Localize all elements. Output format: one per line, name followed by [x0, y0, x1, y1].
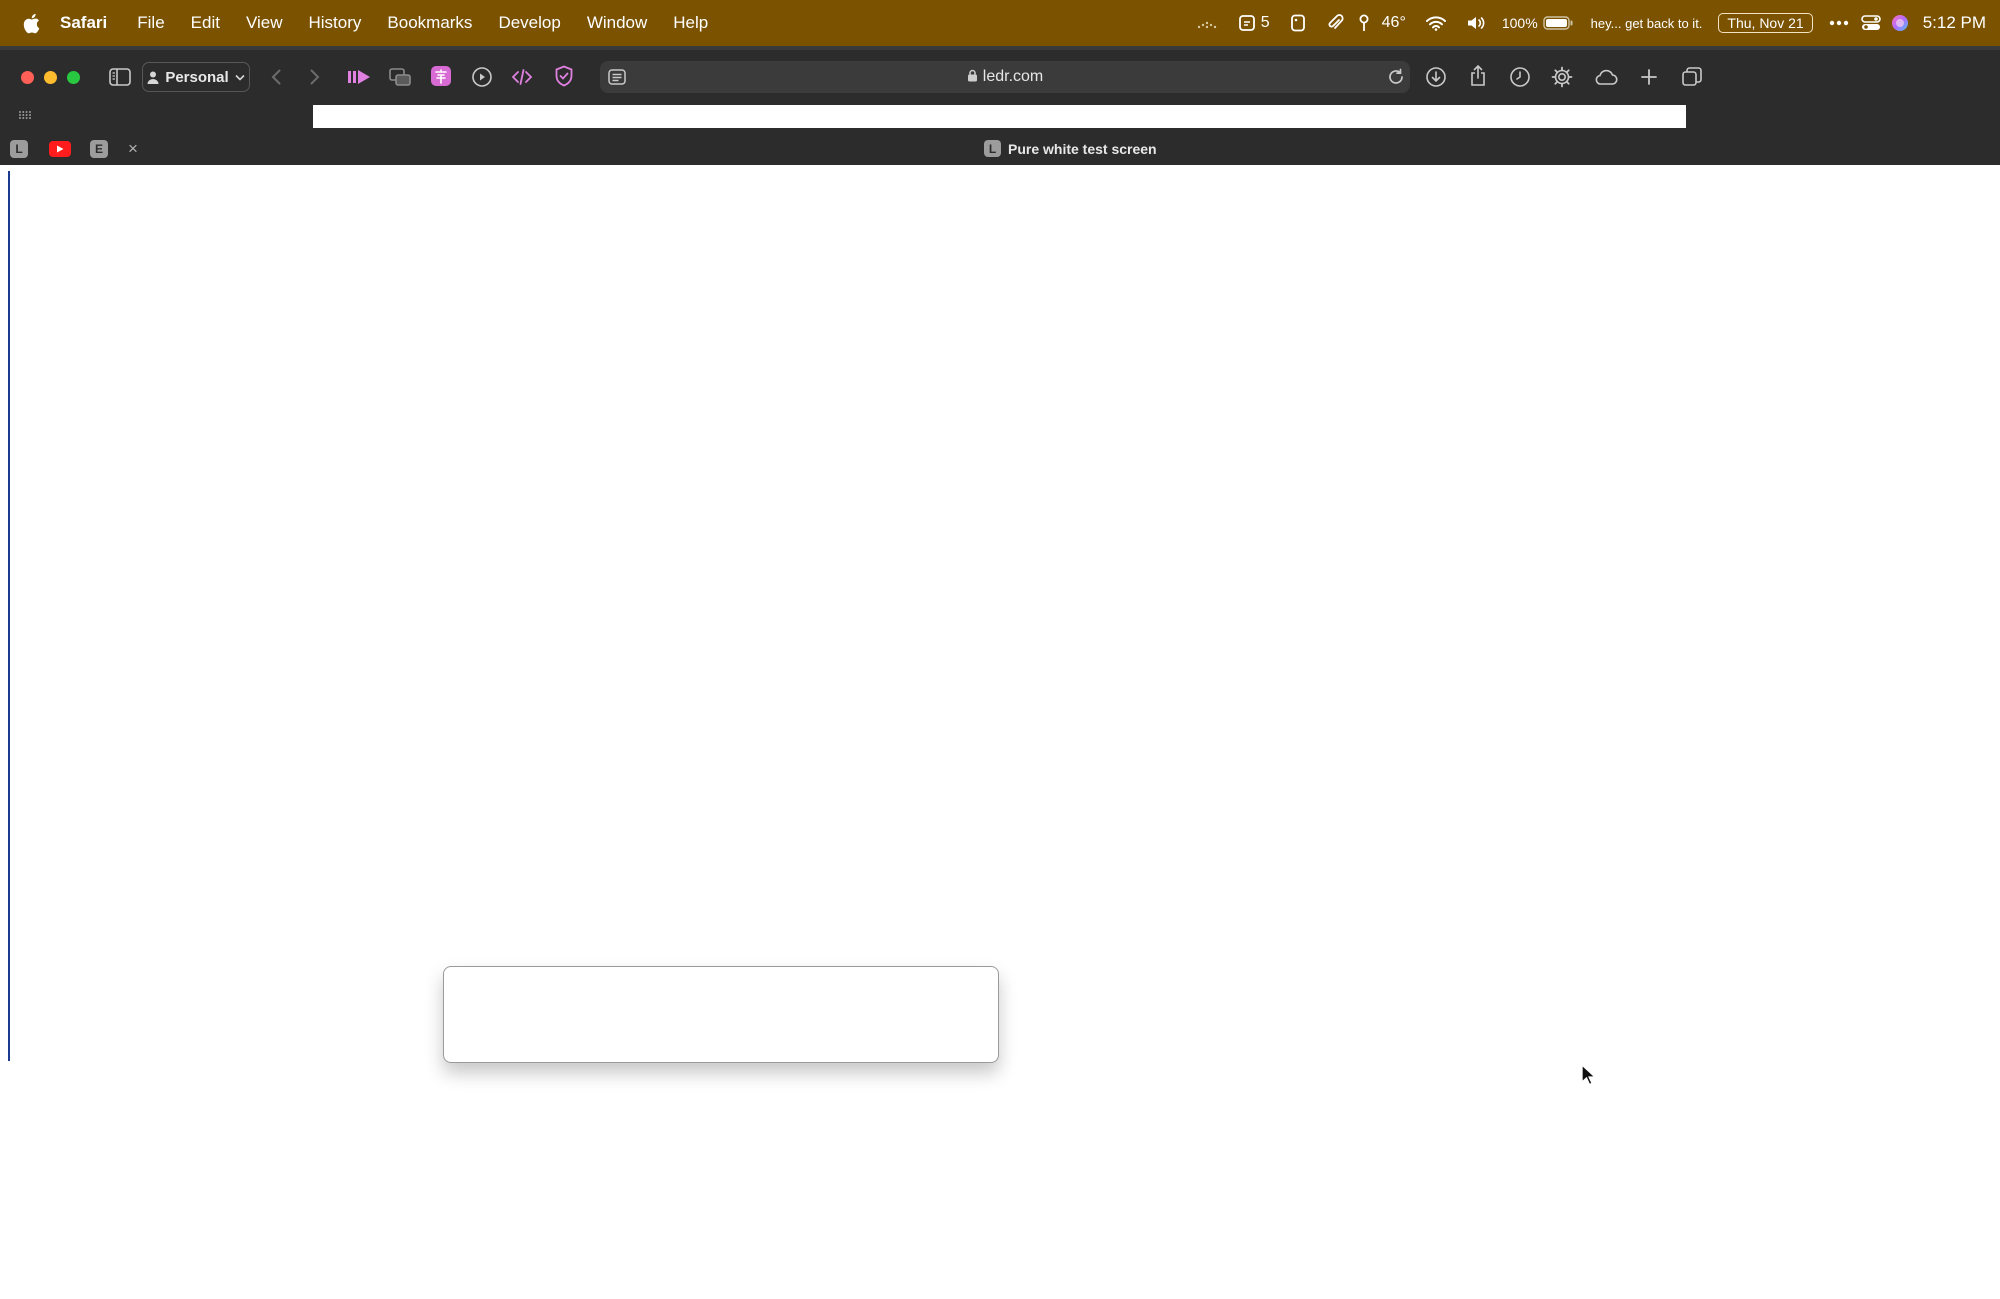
more-dots-icon[interactable] [1829, 20, 1849, 26]
code-icon[interactable] [510, 65, 534, 89]
chevron-down-icon [235, 74, 245, 81]
left-edge-line [8, 171, 10, 1061]
tab-ledr-letter: L [15, 142, 23, 156]
url-text: ledr.com [982, 68, 1044, 85]
battery-percent: 100% [1501, 15, 1538, 31]
active-tab[interactable]: L Pure white test screen [984, 140, 1157, 157]
date-pill[interactable]: Thu, Nov 21 [1718, 13, 1813, 33]
menu-app-safari[interactable]: Safari [60, 13, 107, 33]
active-tab-title: Pure white test screen [1008, 140, 1157, 157]
share-icon[interactable] [1466, 64, 1490, 88]
shield-check-icon[interactable] [552, 64, 576, 88]
profile-label: Personal [165, 68, 229, 86]
lock-icon [967, 69, 977, 82]
history-clock-icon[interactable] [1508, 65, 1532, 89]
screen-recorder-icon[interactable] [347, 65, 371, 89]
translate-extension-icon[interactable] [429, 64, 453, 88]
apple-icon[interactable] [22, 12, 42, 34]
status-message[interactable]: hey... get back to it. [1591, 16, 1703, 31]
person-icon [147, 71, 159, 84]
menu-view[interactable]: View [246, 13, 283, 33]
floating-popup-box[interactable] [443, 966, 999, 1063]
toolbar-top-edge [0, 46, 2000, 50]
notes-icon[interactable]: 5 [1238, 14, 1270, 32]
favorites-bar [313, 105, 1686, 128]
active-tab-letter: L [988, 141, 997, 156]
tab-e-letter: E [94, 142, 103, 156]
pin-icon[interactable] [1358, 14, 1370, 32]
page-content [0, 165, 2000, 1299]
downloads-icon[interactable] [1424, 65, 1448, 89]
tab-e[interactable]: E [90, 140, 108, 158]
tab-youtube[interactable] [49, 141, 71, 157]
window-controls [21, 71, 80, 84]
profile-button[interactable]: Personal [142, 62, 250, 92]
notes-count: 5 [1260, 14, 1270, 31]
new-tab-plus-icon[interactable] [1637, 65, 1661, 89]
clock[interactable]: 5:12 PM [1923, 13, 1986, 33]
menu-help[interactable]: Help [673, 13, 708, 33]
play-circle-icon[interactable] [470, 65, 494, 89]
weather-temperature[interactable]: 46° [1382, 14, 1406, 32]
reload-icon[interactable] [1385, 66, 1407, 88]
mouse-cursor-icon [1581, 1063, 1597, 1091]
menu-develop[interactable]: Develop [498, 13, 560, 33]
youtube-play-icon [57, 145, 64, 153]
browser-toolbar: Personal ledr.com L E × L Pure white tes… [0, 46, 2000, 165]
menu-history[interactable]: History [309, 13, 362, 33]
menu-edit[interactable]: Edit [191, 13, 220, 33]
back-button[interactable] [267, 66, 285, 88]
volume-icon[interactable] [1466, 15, 1486, 31]
status-area: 5 46° 100% hey... get back to it. Thu, N… [1176, 0, 1986, 46]
menu-file[interactable]: File [137, 13, 164, 33]
tab-ledr[interactable]: L [10, 140, 28, 158]
picture-in-picture-icon[interactable] [388, 65, 412, 89]
zoom-window-button[interactable] [67, 71, 80, 84]
menu-window[interactable]: Window [587, 13, 647, 33]
battery-icon[interactable] [1542, 16, 1573, 30]
control-center-icon[interactable] [1860, 14, 1881, 32]
paperclip-icon[interactable] [1326, 14, 1344, 32]
wifi-icon[interactable] [1425, 15, 1446, 31]
dotted-wave-icon[interactable] [1196, 16, 1218, 30]
siri-icon[interactable] [1891, 14, 1909, 32]
address-bar[interactable]: ledr.com [600, 61, 1410, 93]
grid-icon[interactable] [16, 106, 34, 124]
menu-bookmarks[interactable]: Bookmarks [387, 13, 472, 33]
settings-gear-icon[interactable] [1550, 65, 1574, 89]
tab-overview-icon[interactable] [1680, 65, 1704, 89]
minimize-window-button[interactable] [44, 71, 57, 84]
active-tab-favicon: L [984, 140, 1001, 157]
menu-bar: Safari File Edit View History Bookmarks … [0, 0, 2000, 46]
sidebar-toggle-icon[interactable] [108, 66, 132, 88]
close-window-button[interactable] [21, 71, 34, 84]
cloud-icon[interactable] [1593, 65, 1619, 89]
forward-button[interactable] [306, 66, 324, 88]
url-display[interactable]: ledr.com [600, 68, 1410, 86]
tablet-icon[interactable] [1290, 14, 1306, 32]
tab-bar: L E × L Pure white test screen [0, 135, 2000, 165]
close-icon: × [128, 139, 138, 158]
tab-close-button[interactable]: × [124, 139, 142, 158]
